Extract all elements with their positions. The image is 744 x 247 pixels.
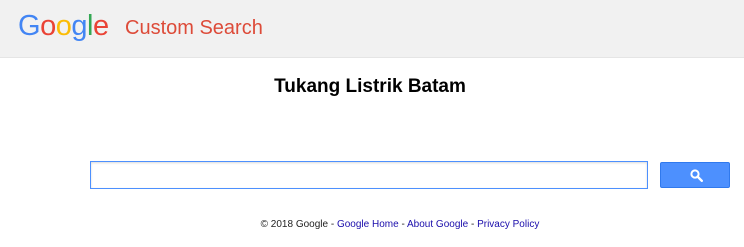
privacy-policy-link[interactable]: Privacy Policy [477,219,539,230]
product-name: Custom Search [125,17,263,39]
logo-letter-o1: o [40,10,56,42]
search-icon [690,169,703,182]
about-google-link[interactable]: About Google [407,219,468,230]
logo-letter-g: G [18,10,41,42]
google-home-link[interactable]: Google Home [337,219,399,230]
footer-separator: - [328,219,337,230]
logo-letter-o2: o [55,10,72,42]
footer-separator: - [398,219,408,230]
search-input[interactable] [90,161,648,189]
copyright-text: © 2018 Google [260,219,329,230]
google-logo[interactable]: Google [18,9,109,43]
search-button[interactable] [660,162,730,188]
footer-separator: - [468,219,478,230]
page-title: Tukang Listrik Batam [274,76,466,97]
footer: © 2018 Google - Google Home - About Goog… [0,219,744,231]
header-bar: Google Custom Search [0,0,744,58]
logo-letter-g2: g [71,10,87,42]
logo-letter-e: e [92,10,109,42]
